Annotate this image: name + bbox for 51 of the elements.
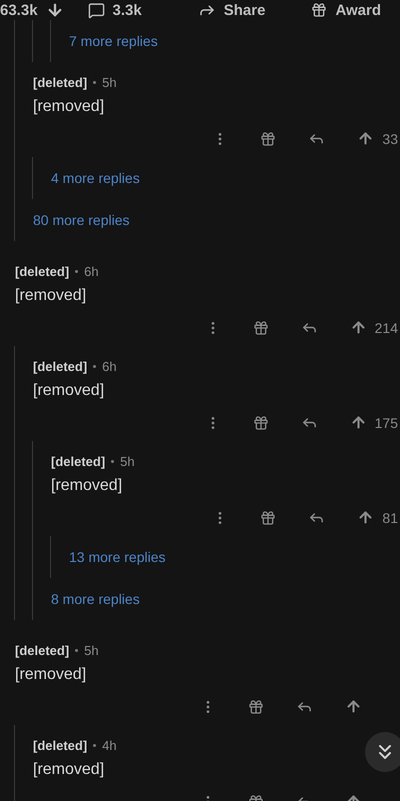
comment-time: 6h bbox=[84, 264, 99, 278]
gift-icon[interactable] bbox=[252, 414, 269, 430]
more-replies-link[interactable]: 13 more replies bbox=[69, 549, 166, 565]
vote-count: 214 bbox=[374, 320, 398, 336]
comment-time: 5h bbox=[84, 642, 99, 658]
separator-dot bbox=[93, 364, 96, 368]
comment-body: [removed] bbox=[33, 760, 106, 780]
comment-icon[interactable] bbox=[88, 2, 105, 18]
share-button[interactable]: Share bbox=[224, 2, 266, 18]
gift-icon[interactable] bbox=[252, 320, 269, 336]
comment-time: 5h bbox=[120, 454, 135, 468]
comment-time: 5h bbox=[102, 74, 117, 90]
separator-dot bbox=[93, 744, 96, 746]
upvote-icon[interactable] bbox=[350, 319, 367, 336]
comment-author[interactable]: [deleted] bbox=[33, 738, 88, 752]
upvote-icon[interactable] bbox=[357, 509, 374, 526]
comment-author[interactable]: [deleted] bbox=[33, 358, 88, 374]
separator-dot bbox=[111, 460, 114, 462]
comment-body: [removed] bbox=[15, 286, 88, 306]
downvote-icon[interactable] bbox=[46, 1, 64, 19]
comment-time: 6h bbox=[102, 358, 117, 374]
separator-dot bbox=[75, 270, 78, 272]
more-replies-link[interactable]: 80 more replies bbox=[33, 212, 130, 228]
comment-time: 4h bbox=[102, 738, 117, 752]
upvote-icon[interactable] bbox=[350, 414, 367, 431]
vote-count: 175 bbox=[374, 414, 398, 430]
gift-icon bbox=[311, 2, 328, 18]
comment-author[interactable]: [deleted] bbox=[15, 642, 70, 658]
comment-author[interactable]: [deleted] bbox=[33, 74, 88, 90]
post-score: 63.3k bbox=[0, 2, 38, 18]
comment-count: 3.3k bbox=[112, 2, 142, 18]
comment-author[interactable]: [deleted] bbox=[51, 454, 106, 468]
gift-icon[interactable] bbox=[260, 510, 276, 526]
gift-icon[interactable] bbox=[260, 130, 276, 146]
more-replies-link[interactable]: 8 more replies bbox=[51, 591, 140, 607]
vote-count: 81 bbox=[382, 510, 398, 526]
scroll-down-button[interactable] bbox=[365, 732, 400, 772]
award-button[interactable]: Award bbox=[335, 2, 382, 18]
comment-body: [removed] bbox=[33, 381, 106, 401]
comment-body: [removed] bbox=[33, 97, 106, 117]
upvote-icon[interactable] bbox=[357, 130, 374, 147]
more-replies-link[interactable]: 4 more replies bbox=[51, 170, 140, 186]
comment-author[interactable]: [deleted] bbox=[15, 264, 70, 278]
comment-body: [removed] bbox=[51, 476, 124, 496]
separator-dot bbox=[93, 80, 96, 84]
comment-body: [removed] bbox=[15, 665, 88, 685]
separator-dot bbox=[75, 648, 78, 652]
upvote-icon[interactable] bbox=[345, 698, 362, 715]
vote-count: 33 bbox=[382, 130, 398, 146]
more-replies-link[interactable]: 7 more replies bbox=[69, 33, 158, 49]
gift-icon[interactable] bbox=[248, 698, 264, 714]
